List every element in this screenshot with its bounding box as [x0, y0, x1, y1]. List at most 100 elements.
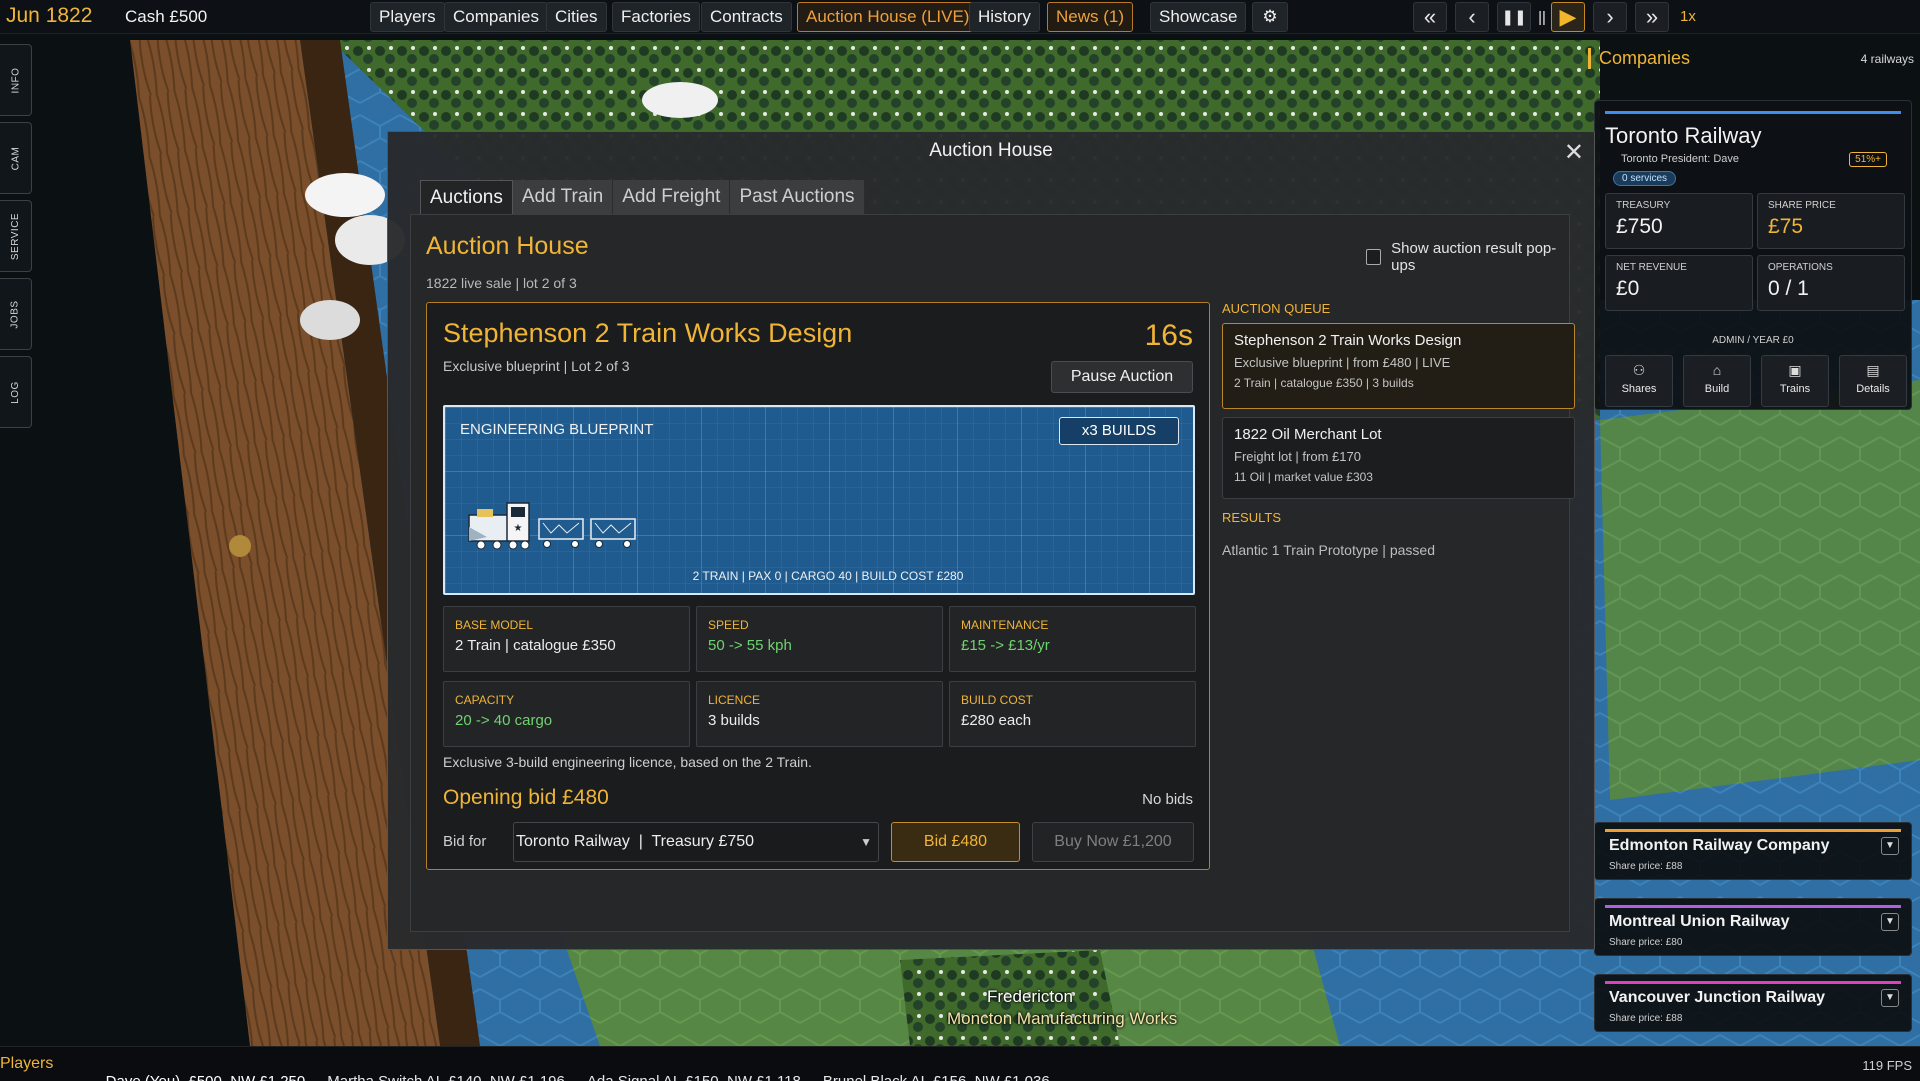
step-forward-icon[interactable]: ›: [1593, 2, 1627, 32]
operations-label: Operations: [1768, 262, 1833, 273]
side-tab-log-label: LOG: [10, 380, 21, 404]
services-badge: 0 services: [1613, 171, 1677, 186]
settings-gear-icon[interactable]: ⚙: [1252, 2, 1288, 32]
player-entry[interactable]: Ada Signal AI £150 NW £1,118: [587, 1073, 801, 1081]
net-revenue-value: £0: [1616, 277, 1640, 300]
net-revenue-label: Net Revenue: [1616, 262, 1687, 273]
chevron-down-icon[interactable]: ▼: [1881, 837, 1899, 855]
auction-queue-label: AUCTION QUEUE: [1222, 301, 1331, 316]
map-works-label[interactable]: Moncton Manufacturing Works: [947, 1009, 1177, 1029]
step-back-icon[interactable]: ‹: [1455, 2, 1489, 32]
fast-forward-icon[interactable]: »: [1635, 2, 1669, 32]
side-tab-jobs[interactable]: JOBS: [0, 278, 32, 350]
stat-value: 3 builds: [708, 712, 760, 729]
queue-item-line1: Freight lot | from £170: [1234, 449, 1361, 464]
admin-per-year: ADMIN / YEAR £0: [1712, 335, 1794, 346]
pause-auction-button[interactable]: Pause Auction: [1051, 361, 1193, 393]
opening-bid: Opening bid £480: [443, 786, 609, 809]
queue-item[interactable]: 1822 Oil Merchant Lot Freight lot | from…: [1222, 417, 1575, 499]
stat-build-cost: Build Cost £280 each: [949, 681, 1196, 747]
side-tab-info[interactable]: INFO: [0, 44, 32, 116]
companies-heading: Companies: [1588, 48, 1690, 69]
build-button-label: Build: [1704, 383, 1730, 395]
tab-add-freight[interactable]: Add Freight: [613, 180, 731, 214]
menu-companies[interactable]: Companies: [444, 2, 548, 32]
tab-past-auctions[interactable]: Past Auctions: [730, 180, 865, 214]
side-tab-log[interactable]: LOG: [0, 356, 32, 428]
player-entry[interactable]: Dave (You) £500 NW £1,250: [106, 1073, 306, 1081]
chevron-down-icon[interactable]: ▼: [1881, 989, 1899, 1007]
close-icon[interactable]: ✕: [1564, 138, 1584, 167]
menu-auction-house[interactable]: Auction House (LIVE): [797, 2, 979, 32]
speed-indicator[interactable]: 1x: [1680, 8, 1696, 25]
ownership-badge: 51%+: [1849, 152, 1887, 167]
stat-label: Licence: [708, 693, 761, 707]
stat-value: 20 -> 40 cargo: [455, 712, 553, 729]
stat-value: 50 -> 55 kph: [708, 637, 792, 654]
player-entry[interactable]: Brunel Black AI £156 NW £1,036: [823, 1073, 1050, 1081]
stat-label: Build Cost: [961, 693, 1034, 707]
popup-toggle[interactable]: Show auction result pop-ups: [1366, 240, 1569, 274]
trains-button[interactable]: ▣ Trains: [1761, 355, 1829, 407]
builds-badge: x3 BUILDS: [1059, 417, 1179, 445]
build-button[interactable]: ⌂ Build: [1683, 355, 1751, 407]
auction-tabs: Auctions Add Train Add Freight Past Auct…: [420, 180, 865, 214]
bid-button[interactable]: Bid £480: [891, 822, 1020, 862]
side-tab-jobs-label: JOBS: [10, 299, 21, 329]
top-bar: Jun 1822 Cash £500 Players Companies Cit…: [0, 0, 1920, 34]
queue-item-line2: 2 Train | catalogue £350 | 3 builds: [1234, 376, 1414, 390]
side-tab-cam-label: CAM: [9, 146, 21, 170]
lot-name: Stephenson 2 Train Works Design: [443, 318, 853, 348]
stat-value: £15 -> £13/yr: [961, 637, 1050, 654]
chevron-down-icon: ▼: [860, 835, 872, 849]
companies-count: 4 railways: [1860, 52, 1914, 66]
popup-checkbox[interactable]: [1366, 249, 1382, 265]
net-revenue-box: Net Revenue £0: [1605, 255, 1753, 311]
selected-company-card[interactable]: Toronto Railway Toronto President: Dave …: [1594, 100, 1912, 410]
buy-now-button[interactable]: Buy Now £1,200: [1032, 822, 1194, 862]
queue-item-line2: 11 Oil | market value £303: [1234, 470, 1373, 484]
share-price-value: £75: [1768, 215, 1804, 238]
tab-add-train[interactable]: Add Train: [512, 180, 614, 214]
side-tab-info-label: INFO: [9, 67, 21, 93]
details-button[interactable]: ▤ Details: [1839, 355, 1907, 407]
chevron-down-icon[interactable]: ▼: [1881, 913, 1899, 931]
sale-subtitle: 1822 live sale | lot 2 of 3: [426, 275, 577, 291]
player-entry[interactable]: Martha Switch AI £140 NW £1,196: [327, 1073, 565, 1081]
menu-history[interactable]: History: [969, 2, 1040, 32]
queue-item-active[interactable]: Stephenson 2 Train Works Design Exclusiv…: [1222, 323, 1575, 409]
company-card-vancouver[interactable]: Vancouver Junction Railway Share price: …: [1594, 974, 1912, 1032]
company-card-montreal[interactable]: Montreal Union Railway Share price: £80 …: [1594, 898, 1912, 956]
company-share-price: Share price: £80: [1609, 937, 1683, 948]
players-label[interactable]: Players: [0, 1055, 53, 1073]
game-date: Jun 1822: [6, 4, 93, 27]
company-color-bar: [1605, 981, 1901, 984]
menu-players[interactable]: Players: [370, 2, 445, 32]
menu-showcase[interactable]: Showcase: [1150, 2, 1247, 32]
train-illustration-icon: ★: [468, 502, 636, 550]
menu-news[interactable]: News (1): [1047, 2, 1134, 32]
side-tab-service[interactable]: SERVICE: [0, 200, 32, 272]
operations-value: 0 / 1: [1768, 277, 1809, 300]
result-item: Atlantic 1 Train Prototype | passed: [1222, 542, 1435, 558]
menu-cities[interactable]: Cities: [546, 2, 607, 32]
tab-auctions[interactable]: Auctions: [420, 180, 513, 214]
bidder-select[interactable]: Toronto Railway | Treasury £750 ▼: [513, 822, 879, 862]
stat-base-model: Base Model 2 Train | catalogue £350: [443, 606, 690, 672]
shares-button[interactable]: ⚇ Shares: [1605, 355, 1673, 407]
menu-contracts[interactable]: Contracts: [701, 2, 792, 32]
map-city-label[interactable]: Fredericton: [987, 987, 1073, 1007]
play-icon[interactable]: ▶: [1551, 2, 1585, 32]
rewind-fast-icon[interactable]: «: [1413, 2, 1447, 32]
company-color-bar: [1605, 905, 1901, 908]
company-color-bar: [1605, 829, 1901, 832]
side-tab-cam[interactable]: CAM: [0, 122, 32, 194]
company-subtitle: Toronto President: Dave: [1621, 153, 1740, 165]
modal-title: Auction House: [929, 140, 1053, 161]
page-title: Auction House: [426, 232, 589, 260]
stat-value: 2 Train | catalogue £350: [455, 637, 616, 654]
company-card-edmonton[interactable]: Edmonton Railway Company Share price: £8…: [1594, 822, 1912, 880]
menu-factories[interactable]: Factories: [612, 2, 700, 32]
queue-item-line1: Exclusive blueprint | from £480 | LIVE: [1234, 355, 1451, 370]
queue-item-title: 1822 Oil Merchant Lot: [1234, 426, 1382, 443]
